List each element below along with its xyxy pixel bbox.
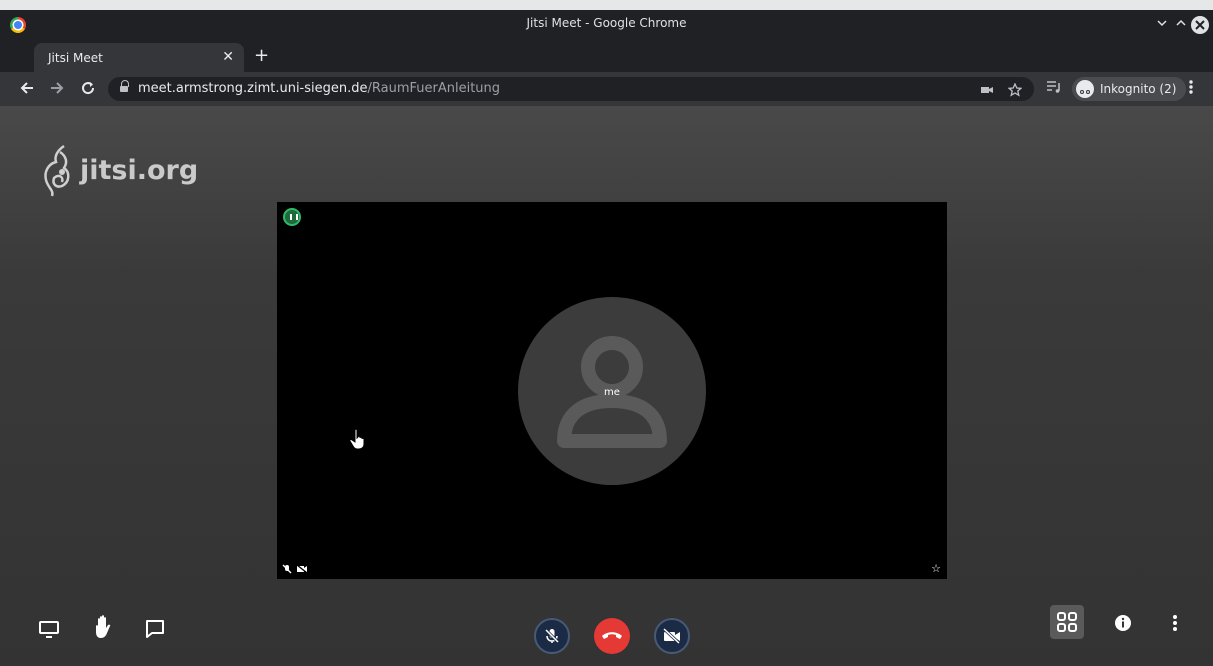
url-path: /RaumFuerAnleitung	[367, 81, 501, 96]
jitsi-logo-text: jitsi.org	[80, 154, 199, 186]
hangup-button[interactable]	[594, 618, 630, 654]
incognito-icon	[1076, 80, 1094, 98]
hand-cursor-icon	[349, 428, 365, 450]
raise-hand-icon	[96, 615, 111, 638]
mute-microphone-button[interactable]	[534, 618, 570, 654]
connection-indicator-icon[interactable]	[283, 208, 301, 226]
camera-permission-icon[interactable]	[980, 80, 994, 101]
lock-icon[interactable]	[120, 80, 129, 93]
jitsi-mark-icon	[44, 144, 70, 197]
arrow-right-icon	[51, 82, 64, 94]
media-control-icon[interactable]	[1046, 80, 1062, 98]
jitsi-logo[interactable]: jitsi.org	[40, 142, 198, 198]
minimize-button[interactable]	[1153, 16, 1171, 34]
camera-off-small-icon	[296, 564, 308, 574]
tile-status-icons	[282, 564, 308, 574]
chevron-down-icon	[1157, 20, 1167, 27]
reload-icon	[82, 82, 95, 95]
url-text[interactable]: meet.armstrong.zimt.uni-siegen.de/RaumFu…	[138, 81, 500, 96]
large-video[interactable]: me ☆	[277, 202, 947, 579]
tile-view-button[interactable]	[1050, 605, 1084, 639]
participant-avatar: me	[518, 297, 706, 485]
incognito-profile-button[interactable]: Inkognito (2)	[1072, 77, 1187, 101]
more-icon	[1173, 615, 1177, 631]
close-icon	[1195, 20, 1205, 30]
close-window-button[interactable]	[1191, 16, 1209, 34]
address-bar[interactable]: meet.armstrong.zimt.uni-siegen.de/RaumFu…	[108, 77, 1034, 101]
meeting-toolbar	[0, 590, 1213, 666]
chat-icon	[146, 620, 164, 638]
chevron-up-icon	[1176, 19, 1186, 26]
toggle-camera-button[interactable]	[654, 618, 690, 654]
tab-strip: Jitsi Meet ✕ +	[0, 40, 1213, 72]
arrow-left-icon	[20, 82, 33, 94]
window-titlebar: Jitsi Meet - Google Chrome	[0, 10, 1213, 40]
desktop-top-strip	[0, 0, 1213, 10]
bookmark-star-icon[interactable]	[1007, 80, 1023, 101]
hangup-icon	[602, 632, 622, 639]
browser-menu-button[interactable]	[1188, 79, 1194, 99]
chat-button[interactable]	[144, 618, 166, 640]
more-actions-button[interactable]	[1168, 612, 1182, 634]
maximize-button[interactable]	[1172, 16, 1190, 34]
reload-button[interactable]	[77, 78, 99, 101]
mic-muted-icon	[544, 628, 560, 644]
screen-share-icon	[39, 621, 59, 638]
tile-view-icon	[1057, 612, 1077, 632]
tab-jitsi-meet[interactable]: Jitsi Meet ✕	[34, 43, 244, 72]
tab-label: Jitsi Meet	[48, 51, 103, 65]
url-host: meet.armstrong.zimt.uni-siegen.de	[138, 81, 368, 96]
info-icon	[1115, 615, 1131, 631]
screen-share-button[interactable]	[38, 618, 60, 640]
window-title: Jitsi Meet - Google Chrome	[526, 16, 687, 30]
back-button[interactable]	[16, 78, 38, 101]
mic-muted-small-icon	[282, 564, 292, 574]
new-tab-button[interactable]: +	[254, 45, 269, 66]
more-vertical-icon	[1189, 80, 1193, 94]
jitsi-meeting-area: jitsi.org me ☆	[0, 106, 1213, 666]
browser-toolbar: meet.armstrong.zimt.uni-siegen.de/RaumFu…	[0, 72, 1213, 106]
participant-name: me	[604, 387, 620, 398]
forward-button[interactable]	[46, 78, 68, 101]
dominant-speaker-star-icon: ☆	[931, 562, 941, 575]
raise-hand-button[interactable]	[92, 614, 116, 640]
camera-off-icon	[662, 627, 681, 645]
info-button[interactable]	[1113, 613, 1133, 633]
incognito-label: Inkognito (2)	[1100, 82, 1177, 96]
tab-close-icon[interactable]: ✕	[222, 49, 234, 65]
